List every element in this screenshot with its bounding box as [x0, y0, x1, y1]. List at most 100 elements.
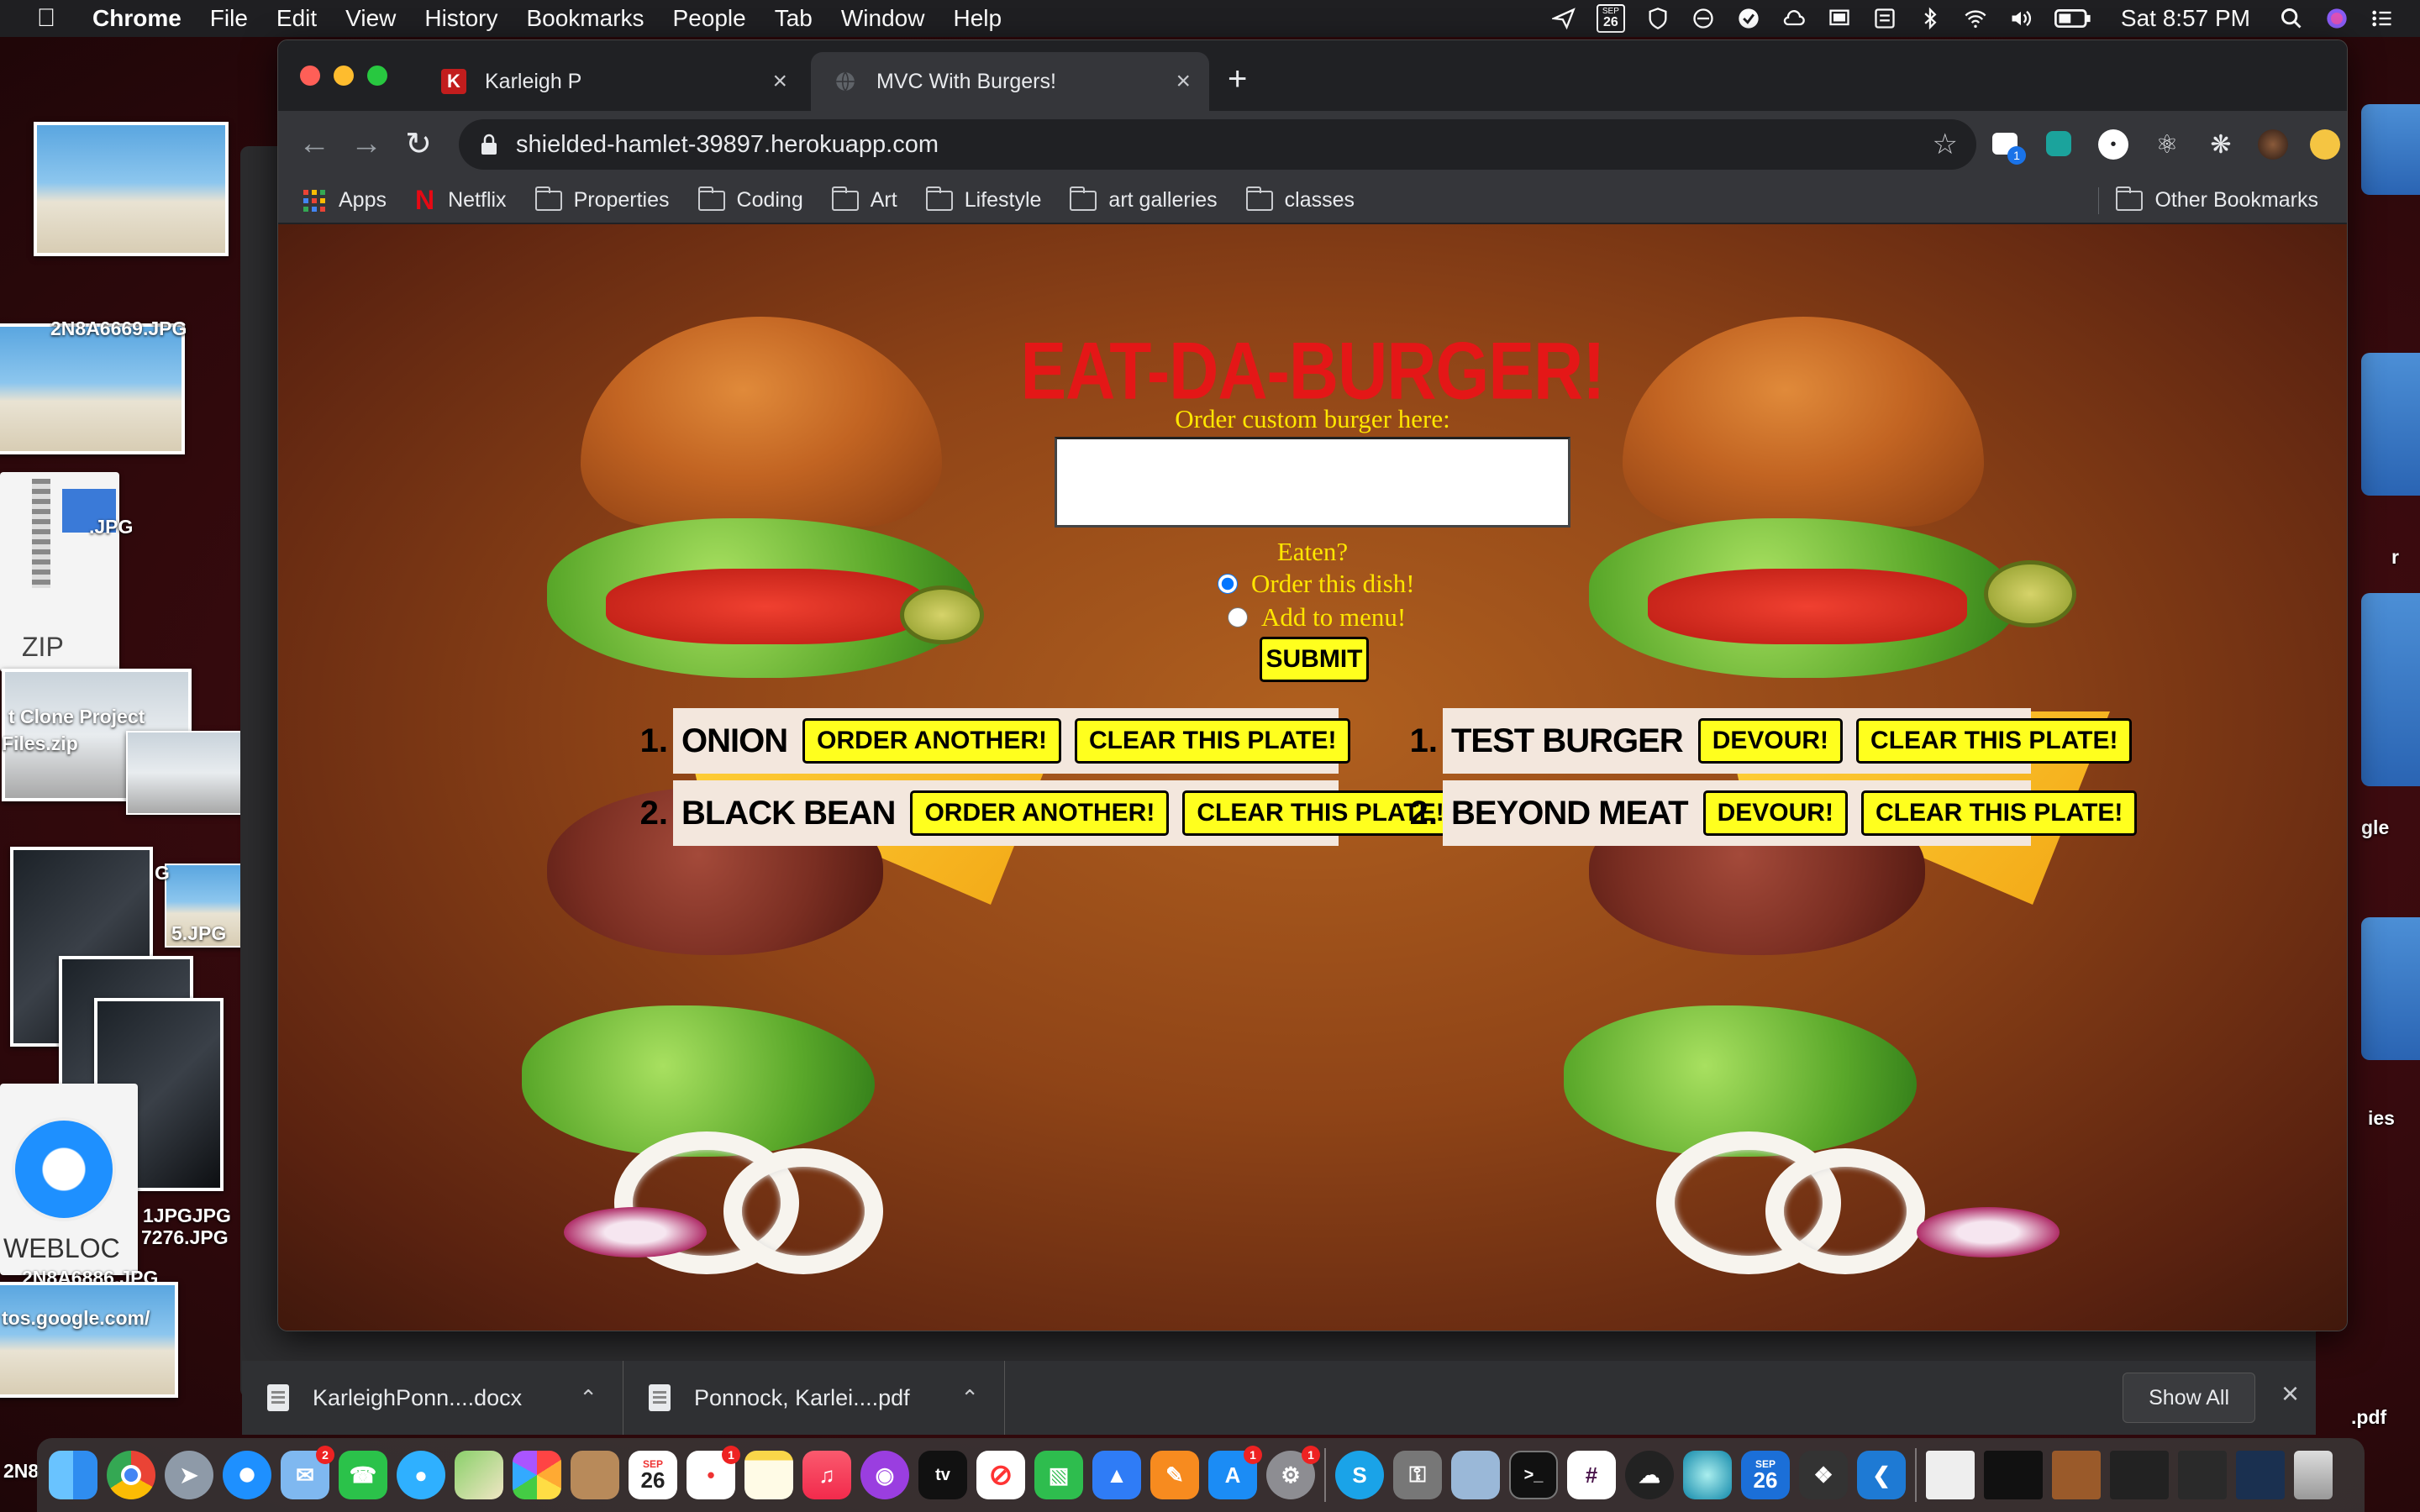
window-thumbnail[interactable]: [1984, 1451, 2043, 1499]
calendar-app-icon[interactable]: SEP 26: [1741, 1451, 1790, 1499]
wifi-icon[interactable]: [1963, 6, 1988, 31]
do-not-disturb-icon[interactable]: [1691, 6, 1716, 31]
desktop-file-label[interactable]: 7276.JPG: [141, 1226, 229, 1249]
contacts-icon[interactable]: [571, 1451, 619, 1499]
tab-close-icon[interactable]: ×: [1176, 67, 1191, 96]
desktop-photo-thumb[interactable]: [34, 122, 229, 256]
bookmark-folder-classes[interactable]: classes: [1245, 186, 1355, 213]
radio-add-menu-input[interactable]: [1228, 607, 1248, 627]
desktop-photo-thumb[interactable]: [126, 731, 242, 815]
menubar-clock[interactable]: Sat 8:57 PM: [2121, 5, 2250, 32]
siri-icon[interactable]: [2324, 6, 2349, 31]
apple-tv-icon[interactable]: tv: [918, 1451, 967, 1499]
desktop-file-label[interactable]: r: [2391, 546, 2399, 569]
window-thumbnail[interactable]: [2110, 1451, 2169, 1499]
desktop-file-label[interactable]: Files.zip: [2, 732, 78, 755]
creative-cloud-icon[interactable]: ☁: [1625, 1451, 1674, 1499]
reminders-icon[interactable]: • 1: [687, 1446, 740, 1499]
menu-edit[interactable]: Edit: [276, 5, 317, 32]
show-all-button[interactable]: Show All: [2123, 1373, 2255, 1423]
tab-karleigh[interactable]: K Karleigh P ×: [419, 52, 806, 111]
menu-history[interactable]: History: [424, 5, 497, 32]
clear-plate-button[interactable]: CLEAR THIS PLATE!: [1075, 718, 1351, 764]
cast-extension-icon[interactable]: 1: [1992, 133, 2026, 165]
app-store-icon[interactable]: A1: [1208, 1446, 1262, 1499]
bookmark-apps[interactable]: Apps: [303, 188, 387, 213]
vscode-icon[interactable]: ❮: [1857, 1451, 1906, 1499]
menu-view[interactable]: View: [345, 5, 396, 32]
calendar-icon[interactable]: SEP 26: [629, 1451, 677, 1499]
grid-extension-icon[interactable]: [2046, 131, 2071, 156]
messages-icon[interactable]: ●: [397, 1451, 445, 1499]
photos-icon[interactable]: [513, 1451, 561, 1499]
download-item[interactable]: KarleighPonn....docx ⌃: [242, 1361, 623, 1435]
keychain-icon[interactable]: ⚿: [1393, 1451, 1442, 1499]
order-another-button[interactable]: ORDER ANOTHER!: [802, 718, 1062, 764]
desktop-file-label[interactable]: 2N8: [3, 1460, 39, 1483]
desktop-folder-icon[interactable]: [2361, 917, 2420, 1060]
battery-icon[interactable]: [2054, 6, 2092, 31]
apple-menu-icon[interactable]: : [0, 4, 92, 33]
volume-icon[interactable]: [2008, 6, 2033, 31]
launchpad-icon[interactable]: ➤: [165, 1451, 213, 1499]
tab-close-icon[interactable]: ×: [772, 67, 787, 96]
bookmark-folder-art[interactable]: Art: [831, 186, 897, 213]
music-icon[interactable]: ♫: [802, 1451, 851, 1499]
radio-add-menu[interactable]: Add to menu!: [1228, 602, 1406, 633]
pages-icon[interactable]: ✎: [1150, 1451, 1199, 1499]
window-close-button[interactable]: [300, 66, 320, 86]
menu-file[interactable]: File: [210, 5, 248, 32]
menu-app-name[interactable]: Chrome: [92, 5, 182, 32]
address-bar[interactable]: shielded-hamlet-39897.herokuapp.com ☆: [459, 119, 1976, 170]
desktop-file-label[interactable]: G: [155, 862, 170, 885]
download-item[interactable]: Ponnock, Karlei....pdf ⌃: [623, 1361, 1005, 1435]
bookmark-folder-art-galleries[interactable]: art galleries: [1070, 186, 1218, 213]
order-another-button[interactable]: ORDER ANOTHER!: [910, 790, 1170, 836]
menu-tab[interactable]: Tab: [775, 5, 813, 32]
chrome-icon[interactable]: [107, 1451, 155, 1499]
cloud-icon[interactable]: [1781, 6, 1807, 31]
reload-button[interactable]: ↻: [397, 123, 439, 165]
desktop-photo-thumb[interactable]: [0, 323, 185, 454]
devour-button[interactable]: DEVOUR!: [1697, 718, 1844, 764]
clear-plate-button[interactable]: CLEAR THIS PLATE!: [1856, 718, 2133, 764]
finder-icon[interactable]: [49, 1451, 97, 1499]
preview-icon[interactable]: [1451, 1451, 1500, 1499]
mail-icon[interactable]: ✉ 2: [281, 1446, 334, 1499]
shield-icon[interactable]: [1645, 6, 1670, 31]
menu-people[interactable]: People: [673, 5, 746, 32]
desktop-folder-icon[interactable]: [2361, 104, 2420, 195]
window-minimize-button[interactable]: [334, 66, 354, 86]
unity-icon[interactable]: ❖: [1799, 1451, 1848, 1499]
desktop-file-label[interactable]: tos.google.com/: [2, 1307, 150, 1330]
desktop-photo-thumb[interactable]: [0, 1282, 178, 1398]
menu-bookmarks[interactable]: Bookmarks: [526, 5, 644, 32]
system-preferences-icon[interactable]: ⚙ 1: [1266, 1446, 1320, 1499]
menu-help[interactable]: Help: [953, 5, 1002, 32]
devour-button[interactable]: DEVOUR!: [1702, 790, 1848, 836]
bookmark-star-icon[interactable]: ☆: [1933, 128, 1958, 161]
maps-icon[interactable]: [455, 1451, 503, 1499]
calendar-status-icon[interactable]: SEP 26: [1596, 4, 1625, 33]
clear-plate-button[interactable]: CLEAR THIS PLATE!: [1860, 790, 2138, 836]
window-thumbnail[interactable]: [2236, 1451, 2285, 1499]
submit-button[interactable]: SUBMIT: [1260, 637, 1369, 682]
update-chrome-icon[interactable]: [2310, 129, 2340, 160]
bookmark-folder-coding[interactable]: Coding: [697, 186, 803, 213]
close-icon[interactable]: ×: [2281, 1376, 2299, 1411]
send-icon[interactable]: [1551, 6, 1576, 31]
new-tab-button[interactable]: +: [1228, 62, 1247, 96]
bluetooth-icon[interactable]: [1918, 6, 1943, 31]
burger-name-input[interactable]: [1055, 437, 1570, 528]
safari-icon[interactable]: [223, 1451, 271, 1499]
desktop-file-label[interactable]: .JPG: [89, 516, 133, 538]
radio-order-dish-input[interactable]: [1218, 574, 1238, 594]
desktop-file-label[interactable]: 5.JPG: [171, 922, 226, 945]
window-zoom-button[interactable]: [367, 66, 387, 86]
menu-window[interactable]: Window: [841, 5, 925, 32]
display-icon[interactable]: [1827, 6, 1852, 31]
news-icon[interactable]: ⊘: [976, 1451, 1025, 1499]
tab-mvc-burgers[interactable]: MVC With Burgers! ×: [811, 52, 1209, 111]
skype-icon[interactable]: S: [1335, 1451, 1384, 1499]
chevron-up-icon[interactable]: ⌃: [579, 1385, 597, 1411]
